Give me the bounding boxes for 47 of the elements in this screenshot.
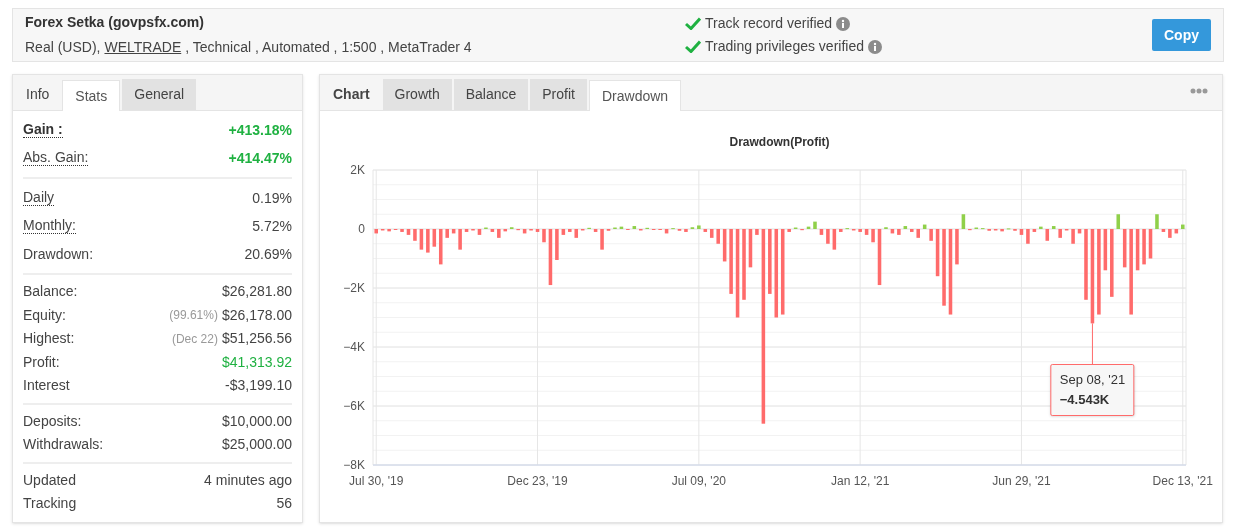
y-axis-label: −2K	[343, 281, 365, 295]
verification-text: Track record verified	[705, 14, 833, 33]
y-axis-label: −4K	[343, 340, 365, 354]
x-axis-label: Jul 30, '19	[349, 473, 404, 490]
stat-value: 4 minutes ago	[204, 470, 292, 490]
stat-label: Profit:	[23, 352, 60, 372]
tooltip-text: Sep 08, '21	[1059, 371, 1126, 390]
account-details: Real (USD),	[25, 38, 101, 57]
stat-value: $25,000.00	[221, 435, 292, 455]
verification-text: Trading privileges verified	[705, 37, 864, 56]
tooltip-text: −4.543K	[1059, 391, 1111, 410]
stat-value: 20.69%	[244, 244, 292, 264]
x-axis-label: Dec 23, '19	[507, 473, 568, 490]
stat-label: Highest:	[23, 329, 75, 349]
account-details: , Technical , Automated , 1:500 , MetaTrader 4	[185, 38, 472, 57]
stat-value: $26,178.00	[221, 305, 292, 325]
y-axis-label: 0	[358, 222, 365, 236]
account-title: Forex Setka (govpsfx.com)	[25, 13, 205, 32]
stat-value: $26,281.80	[221, 282, 292, 302]
y-axis-label: −6K	[343, 399, 365, 413]
stat-value: $41,313.92	[221, 352, 292, 372]
chart-heading: Chart	[332, 85, 371, 104]
stat-value: -$3,199.10	[225, 376, 292, 396]
stat-note: (99.61%)	[169, 307, 218, 325]
y-axis-label: −8K	[343, 458, 365, 472]
stat-value: $10,000.00	[221, 411, 292, 431]
y-axis-label: 2K	[350, 163, 365, 177]
stat-value: 5.72%	[252, 216, 292, 236]
x-axis-label: Dec 13, '21	[1152, 473, 1213, 490]
stat-label: Tracking	[23, 494, 77, 514]
stat-label: Deposits:	[23, 411, 82, 431]
chart-title: Drawdown(Profit)	[729, 135, 830, 149]
stat-value: +413.18%	[228, 120, 292, 140]
stat-note: (Dec 22)	[171, 330, 218, 348]
stat-value: $51,256.56	[221, 329, 292, 349]
stat-label: Interest	[23, 376, 70, 396]
stat-value: 56	[276, 494, 292, 514]
stat-label: Withdrawals:	[23, 435, 104, 455]
x-axis-label: Jul 09, '20	[671, 473, 726, 490]
stat-label: Updated	[23, 470, 76, 490]
stat-value: 0.19%	[252, 188, 292, 208]
stat-label: Drawdown:	[23, 244, 94, 264]
stat-label: Balance:	[23, 282, 78, 302]
stat-label: Equity:	[23, 305, 66, 325]
x-axis-label: Jan 12, '21	[830, 473, 890, 490]
x-axis-label: Jun 29, '21	[992, 473, 1051, 490]
stat-value: +414.47%	[228, 148, 292, 168]
